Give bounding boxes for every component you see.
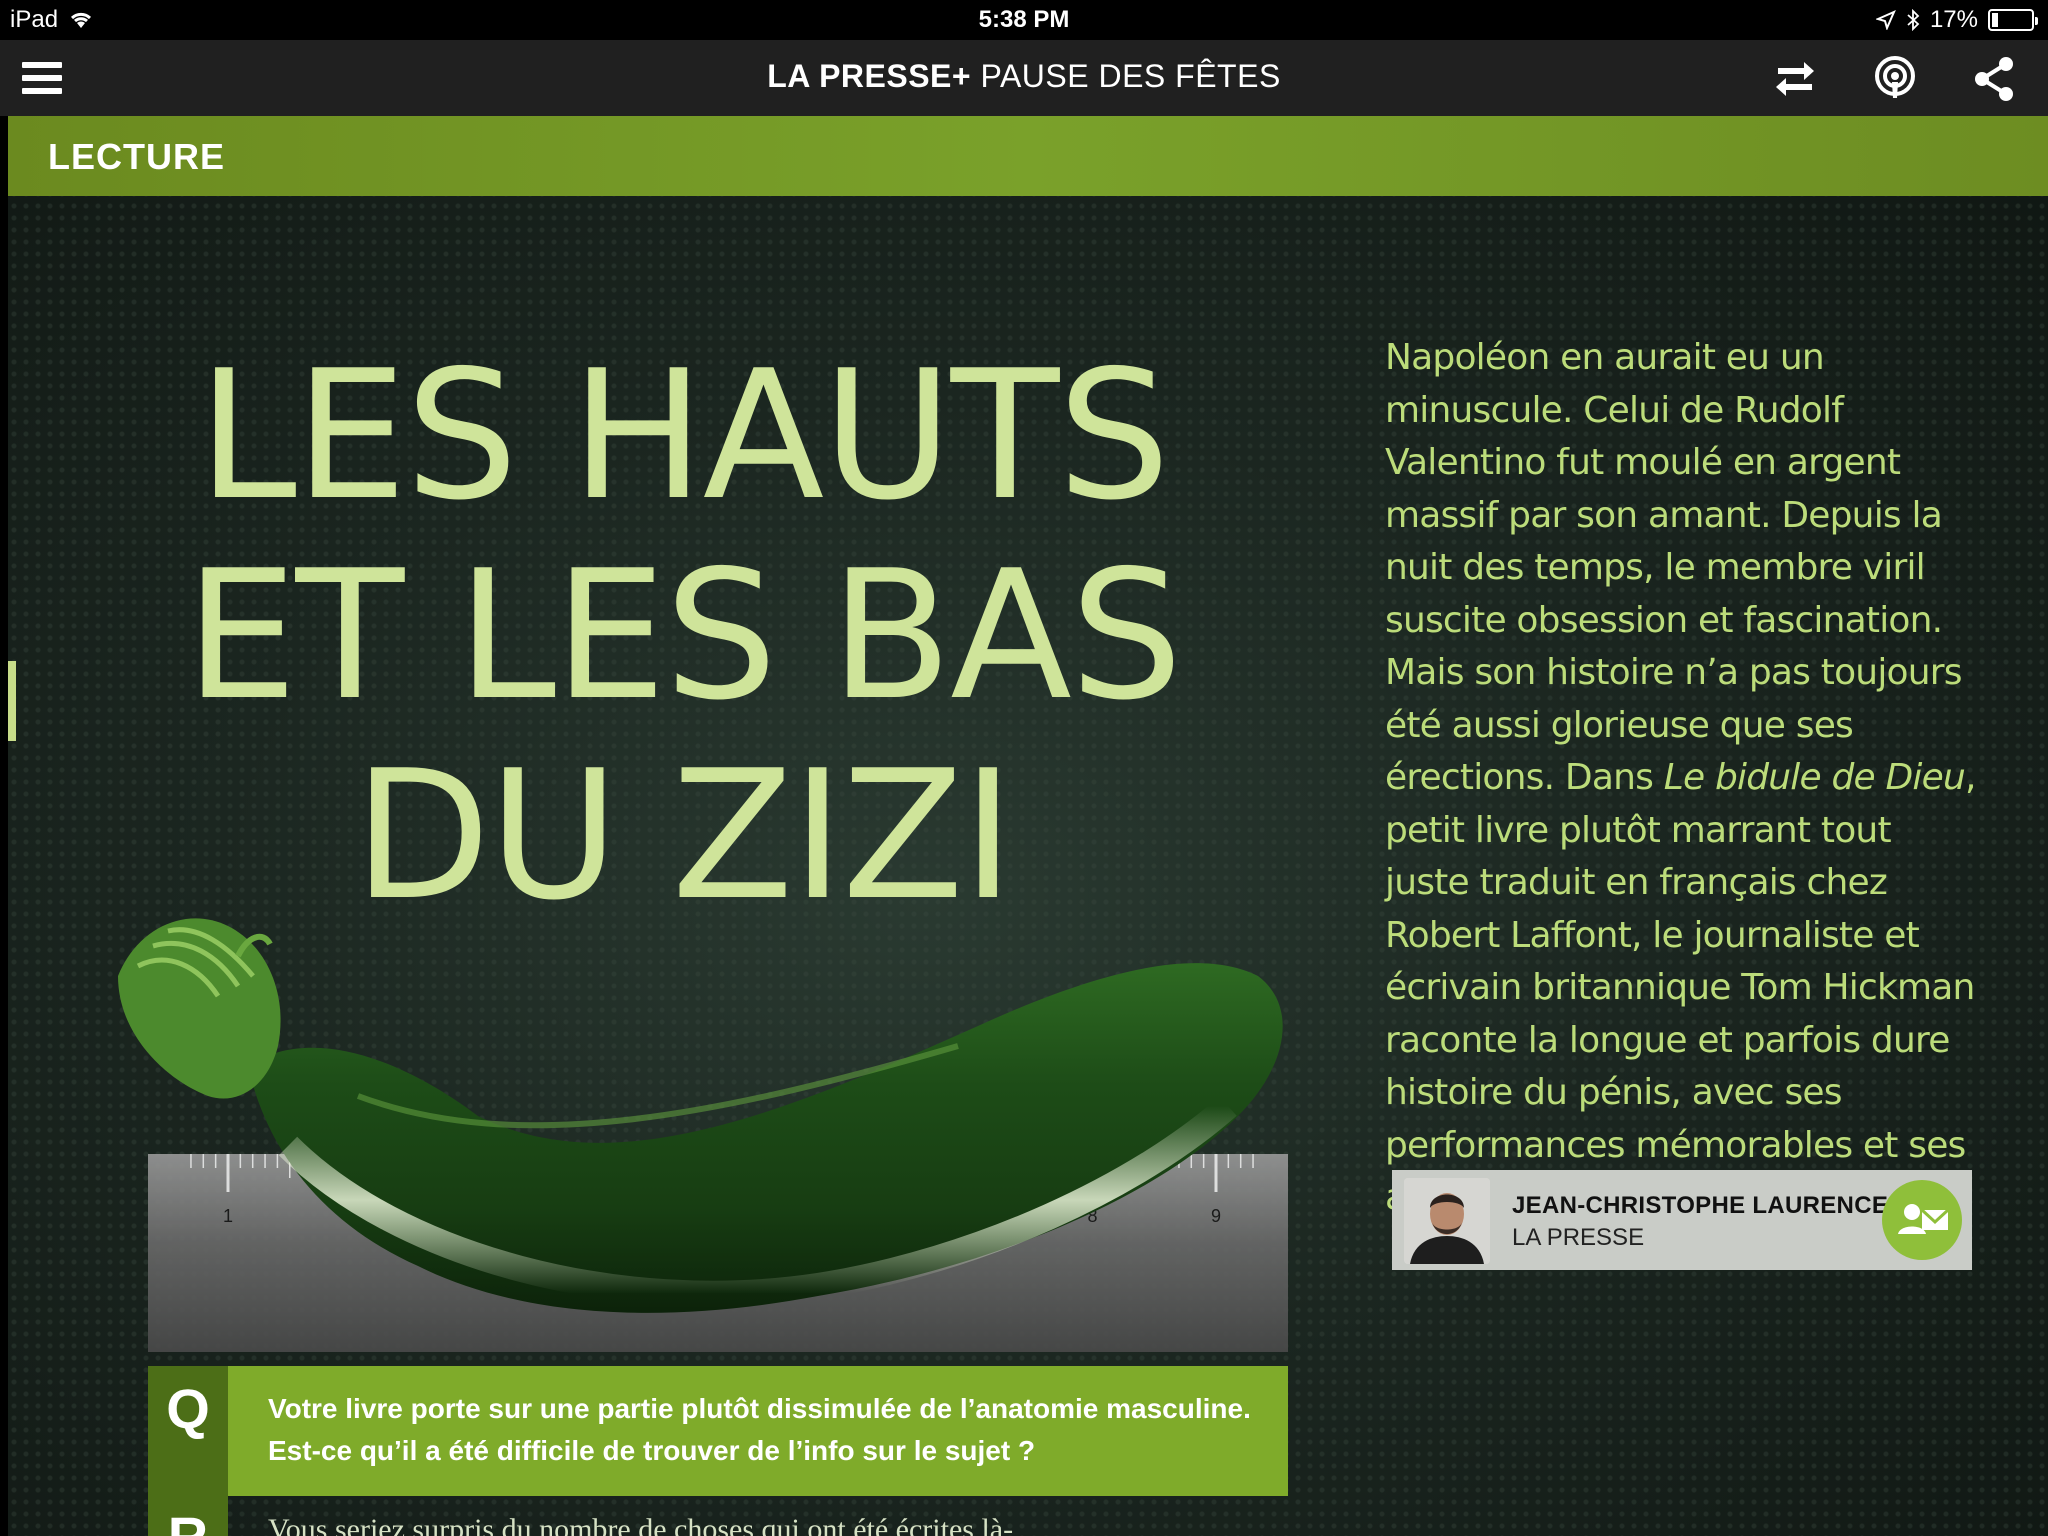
status-bar: iPad 5:38 PM 17% bbox=[0, 0, 2048, 40]
battery-percent: 17% bbox=[1929, 6, 1978, 33]
podcast-icon[interactable] bbox=[1870, 54, 1920, 104]
rubric-bar: LECTURE bbox=[8, 116, 2048, 196]
answer-badge: R bbox=[148, 1496, 228, 1536]
lede-paragraph: Napoléon en aurait eu un minuscule. Celu… bbox=[1385, 332, 1985, 1225]
contact-card-icon bbox=[1898, 1204, 1950, 1234]
author-name: JEAN-CHRISTOPHE LAURENCE bbox=[1512, 1192, 1889, 1219]
zucchini-image bbox=[118, 918, 1283, 1313]
page-edge-tab[interactable] bbox=[8, 661, 16, 741]
lede-text-start: Napoléon en aurait eu un minuscule. Celu… bbox=[1385, 337, 1963, 798]
brand-name: LA PRESSE+ bbox=[767, 58, 972, 94]
rubric-label: LECTURE bbox=[48, 136, 225, 177]
nav-title: LA PRESSE+ PAUSE DES FÊTES bbox=[0, 58, 2048, 95]
answer-text: Vous seriez surpris du nombre de choses … bbox=[268, 1513, 1014, 1536]
headline: LES HAUTS ET LES BAS DU ZIZI bbox=[158, 336, 1208, 936]
contact-author-button[interactable] bbox=[1882, 1180, 1962, 1260]
share-icon[interactable] bbox=[1970, 54, 2020, 104]
status-right: 17% bbox=[1875, 6, 2038, 34]
author-organization: LA PRESSE bbox=[1512, 1224, 1645, 1251]
question-block: Q Votre livre porte sur une partie plutô… bbox=[148, 1366, 1288, 1496]
headline-line-2: ET LES BAS bbox=[185, 532, 1183, 739]
bluetooth-icon bbox=[1907, 9, 1920, 31]
qa-section: Q Votre livre porte sur une partie plutô… bbox=[148, 1366, 1288, 1536]
status-time: 5:38 PM bbox=[978, 6, 1070, 33]
answer-block: R Vous seriez surpris du nombre de chose… bbox=[148, 1496, 1288, 1536]
author-byline[interactable]: JEAN-CHRISTOPHE LAURENCE LA PRESSE bbox=[1392, 1170, 1972, 1270]
headline-line-1: LES HAUTS bbox=[197, 332, 1171, 539]
section-name: PAUSE DES FÊTES bbox=[971, 58, 1281, 94]
nav-bar: LA PRESSE+ PAUSE DES FÊTES bbox=[0, 40, 2048, 116]
question-badge: Q bbox=[148, 1366, 228, 1496]
article-page[interactable]: LECTURE LES HAUTS ET LES BAS DU ZIZI 123… bbox=[8, 116, 2048, 1536]
lede-text-end: , petit livre plutôt marrant tout juste … bbox=[1385, 757, 1976, 1218]
question-text: Votre livre porte sur une partie plutôt … bbox=[268, 1393, 1251, 1466]
book-title: Le bidule de Dieu bbox=[1663, 757, 1966, 798]
refresh-icon[interactable] bbox=[1770, 54, 1820, 104]
location-icon bbox=[1875, 10, 1896, 30]
author-avatar bbox=[1404, 1178, 1490, 1264]
battery-icon bbox=[1988, 9, 2038, 31]
